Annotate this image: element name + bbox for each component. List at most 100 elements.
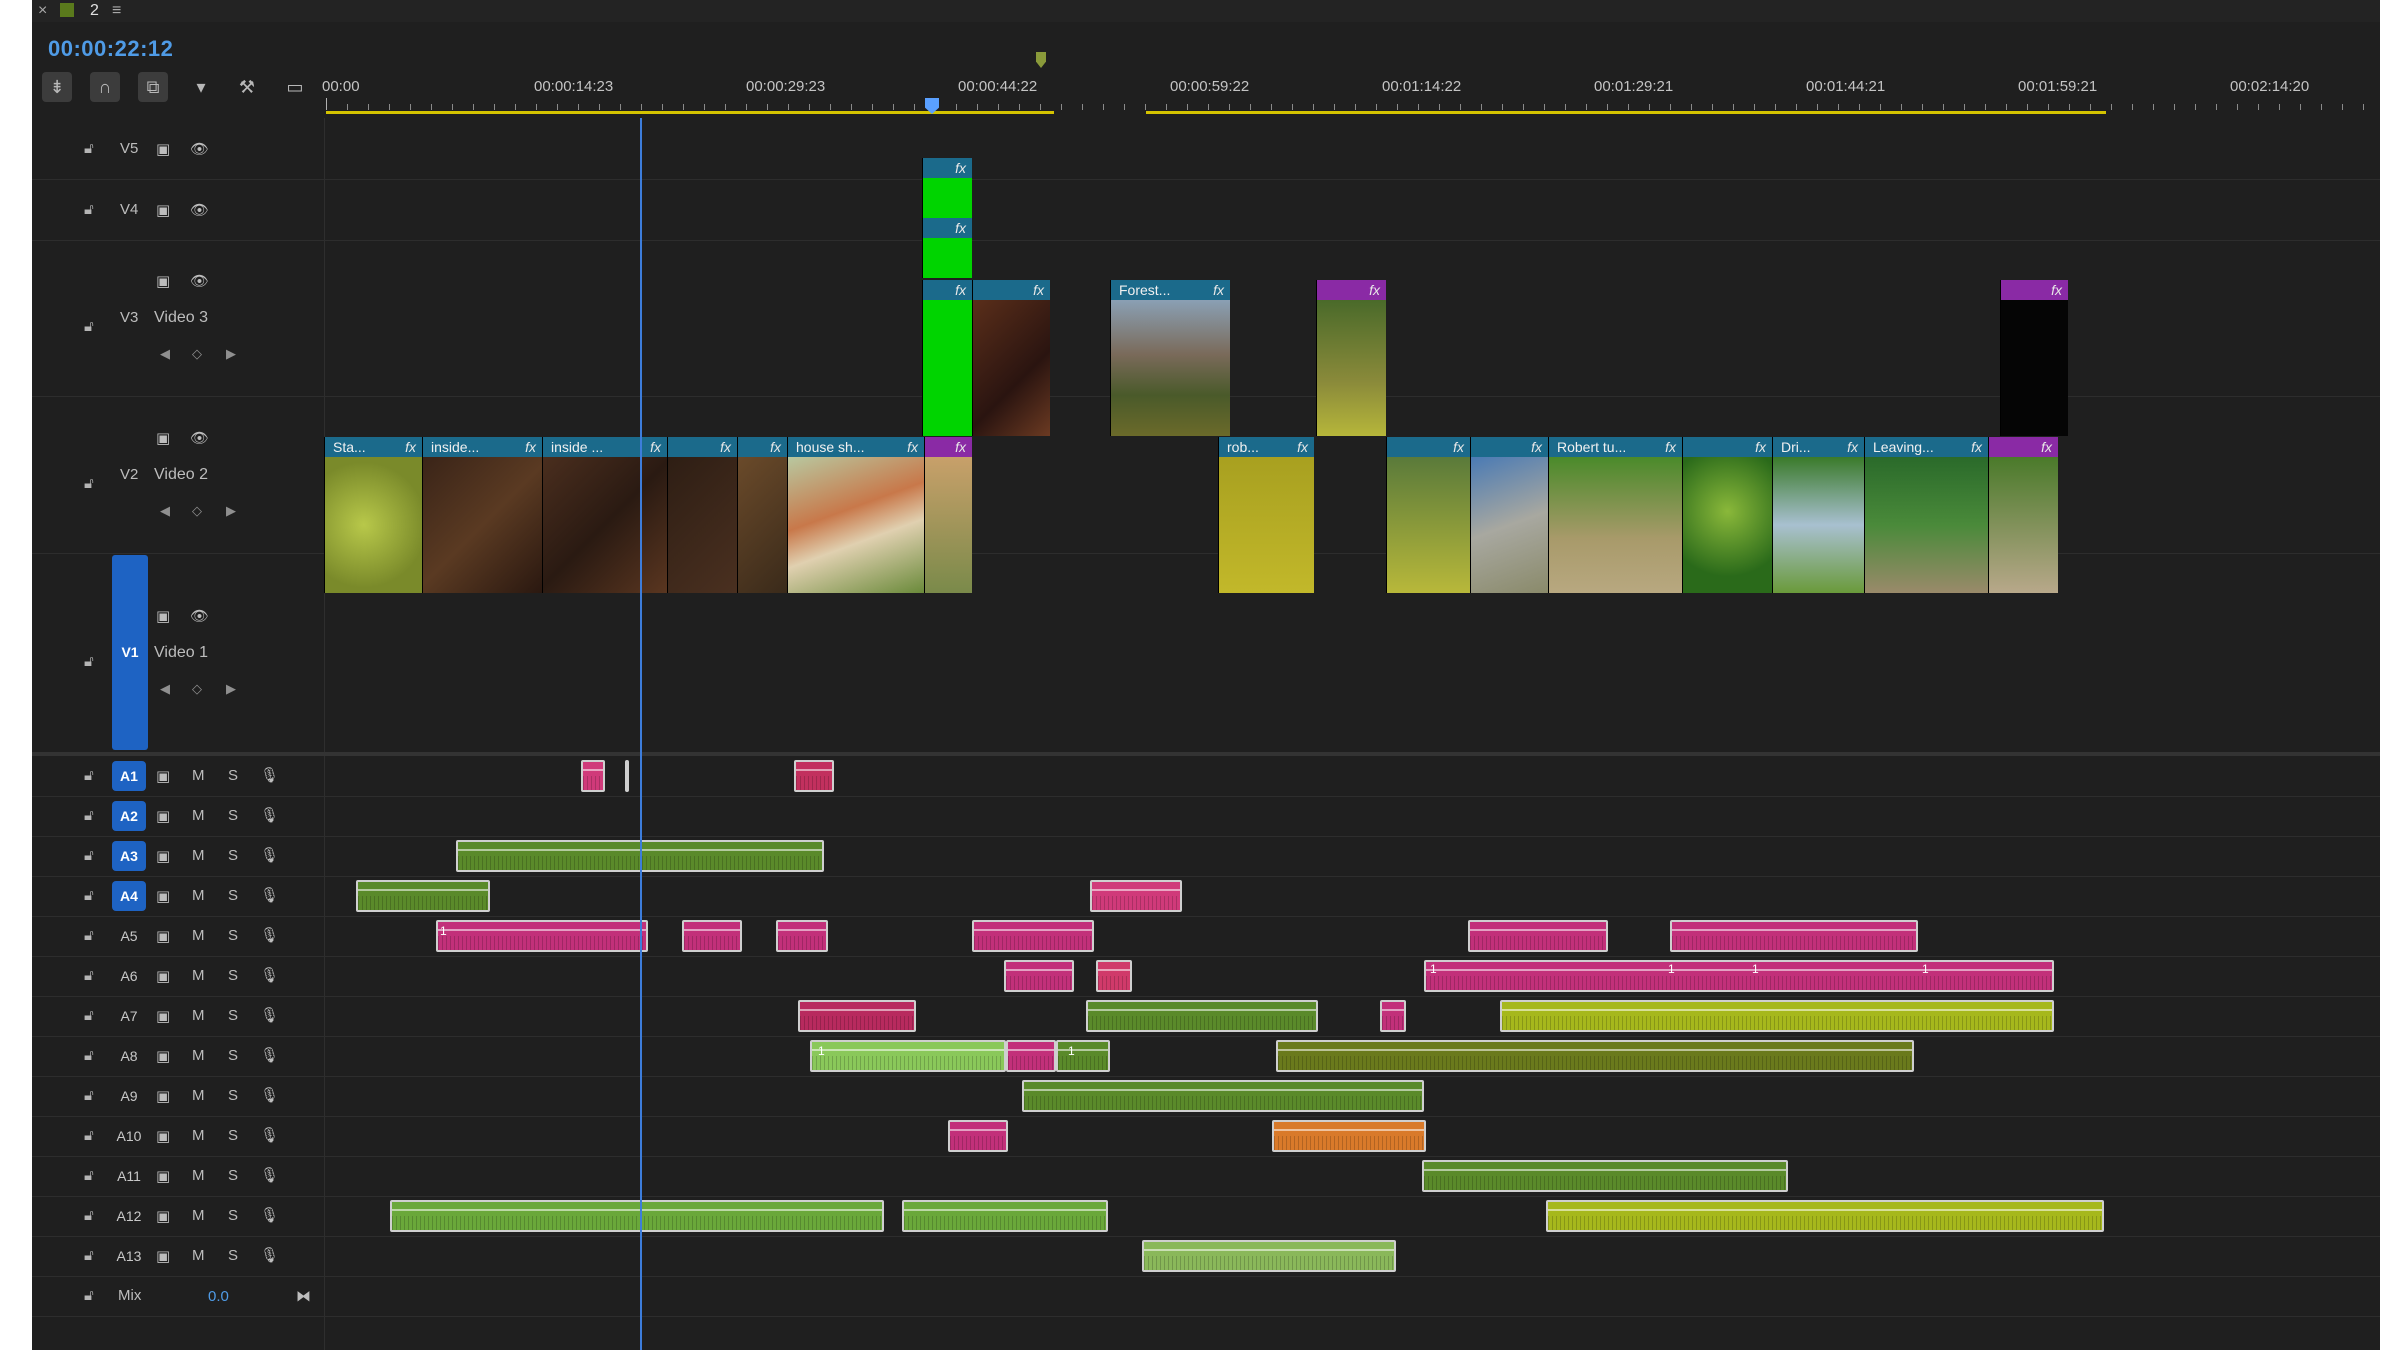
volume-rubberband[interactable] — [800, 1008, 914, 1011]
audio-clip[interactable] — [436, 920, 648, 952]
video-audio-divider[interactable] — [32, 752, 2380, 756]
solo-button[interactable]: S — [228, 1167, 238, 1184]
solo-button[interactable]: S — [228, 1247, 238, 1264]
insert-overwrite-icon[interactable]: ⇟ — [42, 72, 72, 102]
audio-clip[interactable] — [1422, 1160, 1788, 1192]
lock-icon[interactable]: 🔓︎ — [84, 967, 94, 984]
mute-button[interactable]: M — [192, 1047, 205, 1064]
track-id-a2[interactable]: A2 — [112, 801, 146, 831]
lock-icon[interactable]: 🔓︎ — [84, 1287, 94, 1304]
fx-badge[interactable]: fx — [2051, 280, 2062, 300]
fx-badge[interactable]: fx — [955, 437, 966, 457]
panel-menu-icon[interactable]: ≡ — [112, 2, 121, 20]
playhead-line[interactable] — [640, 118, 642, 1350]
add-keyframe-icon[interactable]: ◇ — [192, 681, 202, 697]
go-to-end-icon[interactable]: ⧓ — [296, 1287, 311, 1305]
lock-icon[interactable]: 🔓︎ — [84, 807, 94, 824]
video-clip[interactable]: inside ... fx — [542, 437, 667, 593]
lock-icon[interactable]: 🔓︎ — [84, 140, 94, 157]
solo-button[interactable]: S — [228, 767, 238, 784]
volume-rubberband[interactable] — [904, 1208, 1106, 1211]
video-clip[interactable]: Leaving... fx — [1864, 437, 1988, 593]
lock-icon[interactable]: 🔓︎ — [84, 767, 94, 784]
track-id-a13[interactable]: A13 — [112, 1241, 146, 1271]
volume-rubberband[interactable] — [684, 928, 740, 931]
mute-button[interactable]: M — [192, 807, 205, 824]
track-id-a10[interactable]: A10 — [112, 1121, 146, 1151]
solo-button[interactable]: S — [228, 807, 238, 824]
video-clip[interactable]: inside... fx — [422, 437, 542, 593]
track-id-label[interactable]: V2 — [120, 466, 138, 483]
audio-clip[interactable] — [1276, 1040, 1914, 1072]
sync-lock-icon[interactable]: ▣ — [156, 1047, 170, 1065]
voiceover-record-icon[interactable]: 🎙︎ — [260, 806, 279, 824]
snap-icon[interactable]: ∩ — [90, 72, 120, 102]
video-clip[interactable]: fx — [737, 437, 787, 593]
lock-icon[interactable]: 🔓︎ — [84, 1127, 94, 1144]
audio-clip[interactable] — [1468, 920, 1608, 952]
volume-rubberband[interactable] — [1426, 968, 2052, 971]
fx-badge[interactable]: fx — [1453, 437, 1464, 457]
sync-lock-icon[interactable]: ▣ — [156, 847, 170, 865]
fx-badge[interactable]: fx — [1033, 280, 1044, 300]
volume-rubberband[interactable] — [438, 928, 646, 931]
mute-button[interactable]: M — [192, 847, 205, 864]
track-id-label[interactable]: V3 — [120, 309, 138, 326]
sync-lock-icon[interactable]: ▣ — [156, 201, 170, 219]
volume-rubberband[interactable] — [1008, 1048, 1054, 1051]
lock-icon[interactable]: 🔓︎ — [84, 1047, 94, 1064]
sequence-marker[interactable] — [1036, 52, 1046, 68]
sync-lock-icon[interactable]: ▣ — [156, 1207, 170, 1225]
work-area-bar[interactable] — [1146, 111, 2106, 114]
fx-badge[interactable]: fx — [1531, 437, 1542, 457]
sync-lock-icon[interactable]: ▣ — [156, 887, 170, 905]
volume-rubberband[interactable] — [974, 928, 1092, 931]
track-id-a8[interactable]: A8 — [112, 1041, 146, 1071]
add-keyframe-icon[interactable]: ◇ — [192, 503, 202, 519]
volume-rubberband[interactable] — [1672, 928, 1916, 931]
sync-lock-icon[interactable]: ▣ — [156, 140, 170, 158]
next-keyframe-icon[interactable]: ▶ — [226, 503, 236, 519]
video-clip[interactable]: fx — [924, 437, 972, 593]
solo-button[interactable]: S — [228, 1207, 238, 1224]
solo-button[interactable]: S — [228, 847, 238, 864]
green-matte-clip[interactable]: fx — [922, 280, 972, 436]
lock-icon[interactable]: 🔓︎ — [84, 1007, 94, 1024]
video-clip[interactable]: fx — [1988, 437, 2058, 593]
volume-rubberband[interactable] — [1098, 968, 1130, 971]
volume-rubberband[interactable] — [1424, 1168, 1786, 1171]
mute-button[interactable]: M — [192, 887, 205, 904]
solo-button[interactable]: S — [228, 967, 238, 984]
audio-clip[interactable] — [1096, 960, 1132, 992]
next-keyframe-icon[interactable]: ▶ — [226, 681, 236, 697]
fx-badge[interactable]: fx — [2041, 437, 2052, 457]
solo-button[interactable]: S — [228, 927, 238, 944]
mute-button[interactable]: M — [192, 1207, 205, 1224]
volume-rubberband[interactable] — [1144, 1248, 1394, 1251]
audio-clip[interactable] — [1500, 1000, 2054, 1032]
mute-button[interactable]: M — [192, 927, 205, 944]
mute-button[interactable]: M — [192, 1167, 205, 1184]
audio-clip[interactable] — [1086, 1000, 1318, 1032]
audio-clip[interactable] — [1090, 880, 1182, 912]
audio-clip[interactable] — [776, 920, 828, 952]
sequence-tab[interactable]: 2 — [90, 2, 99, 20]
audio-clip[interactable] — [581, 760, 605, 792]
audio-clip[interactable] — [1424, 960, 2054, 992]
track-id-a9[interactable]: A9 — [112, 1081, 146, 1111]
linked-selection-icon[interactable]: ⧉ — [138, 72, 168, 102]
track-name[interactable]: Video 1 — [154, 644, 208, 662]
previous-keyframe-icon[interactable]: ◀ — [160, 503, 170, 519]
fx-badge[interactable]: fx — [405, 437, 416, 457]
solo-button[interactable]: S — [228, 1087, 238, 1104]
video-clip[interactable]: fx — [972, 280, 1050, 436]
audio-clip[interactable] — [1380, 1000, 1406, 1032]
video-clip[interactable]: fx — [1316, 280, 1386, 436]
volume-rubberband[interactable] — [1092, 888, 1180, 891]
fx-badge[interactable]: fx — [1297, 437, 1308, 457]
close-tab-icon[interactable]: × — [38, 2, 47, 20]
audio-clip[interactable] — [902, 1200, 1108, 1232]
lock-icon[interactable]: 🔓︎ — [84, 1167, 94, 1184]
eye-icon[interactable]: 👁︎ — [190, 429, 209, 447]
volume-rubberband[interactable] — [1274, 1128, 1424, 1131]
